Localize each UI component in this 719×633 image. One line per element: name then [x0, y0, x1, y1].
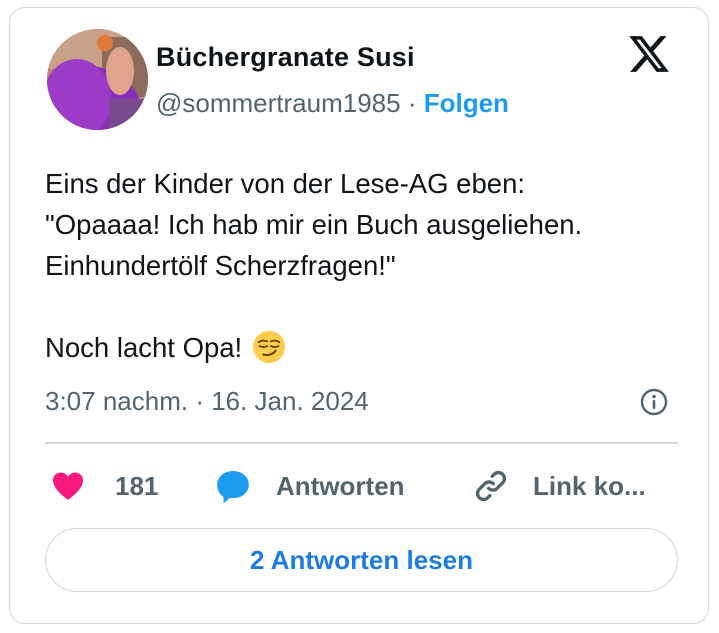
handle-separator: ·: [400, 88, 424, 118]
reply-label: Antworten: [276, 470, 405, 501]
heart-icon: [53, 472, 83, 500]
follow-link[interactable]: Folgen: [424, 88, 509, 118]
tweet-text: Eins der Kinder von der Lese-AG eben: "O…: [45, 163, 685, 368]
link-icon: [475, 470, 507, 502]
read-replies-button[interactable]: 2 Antworten lesen: [45, 528, 678, 592]
like-button[interactable]: 181: [50, 466, 158, 506]
divider: [45, 442, 678, 444]
tweet-text-body: Eins der Kinder von der Lese-AG eben: "O…: [45, 168, 583, 363]
author-handle-row: @sommertraum1985 · Folgen: [156, 88, 509, 119]
author-handle[interactable]: @sommertraum1985: [156, 88, 401, 118]
info-icon[interactable]: [639, 387, 669, 417]
x-logo-icon[interactable]: [626, 32, 672, 76]
author-display-name[interactable]: Büchergranate Susi: [156, 42, 415, 73]
copy-link-button[interactable]: Link ko...: [471, 466, 646, 506]
reply-bubble-icon: [217, 470, 249, 504]
like-count: 181: [115, 470, 159, 501]
copy-link-label: Link ko...: [533, 470, 646, 501]
avatar[interactable]: [47, 29, 148, 130]
tweet-embed-card: Büchergranate Susi @sommertraum1985 · Fo…: [9, 7, 709, 624]
tweet-timestamp[interactable]: 3:07 nachm. · 16. Jan. 2024: [45, 386, 369, 417]
smirking-face-emoji: [252, 330, 285, 363]
reply-button[interactable]: Antworten: [214, 466, 405, 506]
